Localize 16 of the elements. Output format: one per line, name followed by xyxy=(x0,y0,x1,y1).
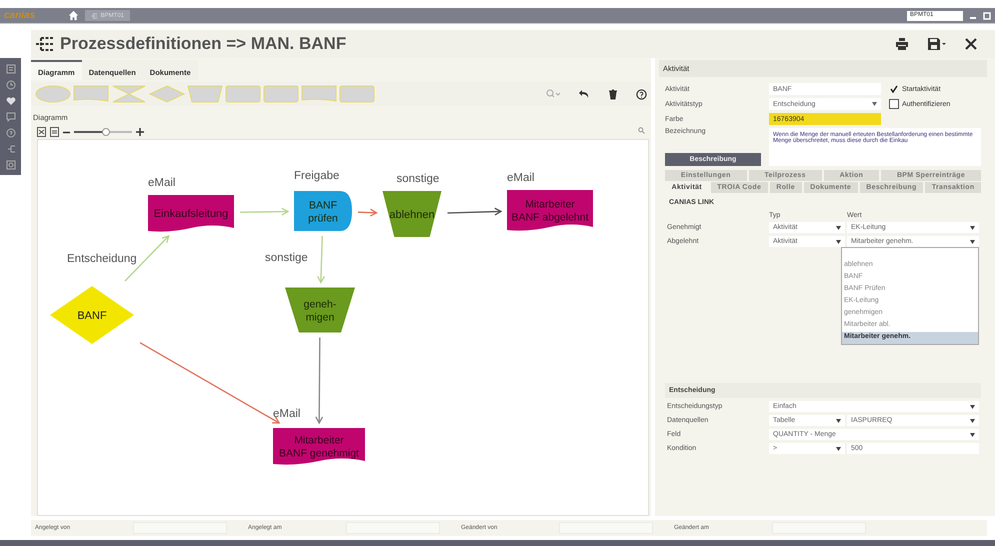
node-caption: eMail xyxy=(148,177,176,189)
node-caption: eMail xyxy=(273,408,300,420)
node-caption: eMail xyxy=(507,172,534,184)
node-label: Einkaufsleitung xyxy=(154,208,228,220)
node-caption: Entscheidung xyxy=(67,253,137,265)
node-caption: Freigabe xyxy=(294,170,340,182)
node-label: geneh- migen xyxy=(304,298,336,324)
node-label: BANF prüfen xyxy=(308,200,338,224)
logo: canias xyxy=(4,10,36,21)
node-caption: sonstige xyxy=(396,173,440,185)
node-label: Mitarbeiter BANF abgelehnt xyxy=(511,198,589,224)
node-label: ablehnen xyxy=(389,209,435,221)
node-label: Mitarbeiter BANF genehmigt xyxy=(279,434,359,460)
page-title: Prozessdefinitionen => MAN. BANF xyxy=(60,34,346,54)
node-label: BANF xyxy=(77,310,107,322)
node-caption: sonstige xyxy=(265,252,308,264)
